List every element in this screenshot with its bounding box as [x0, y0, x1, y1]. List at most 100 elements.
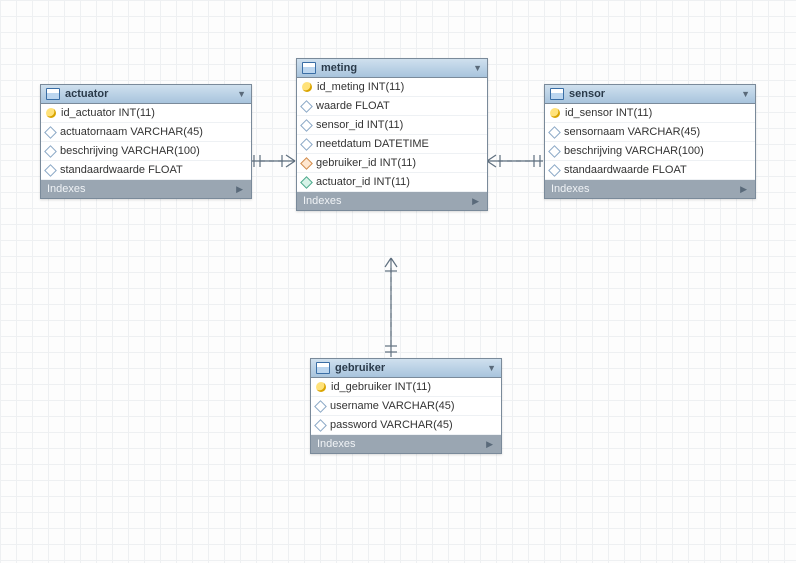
column-type: FLOAT [652, 164, 687, 176]
diamond-icon [300, 157, 313, 170]
indexes-label: Indexes [303, 195, 342, 207]
diamond-icon [300, 138, 313, 151]
diamond-icon [548, 126, 561, 139]
column-row[interactable]: beschrijving VARCHAR(100) [41, 142, 251, 161]
column-type: INT(11) [616, 107, 652, 119]
column-type: VARCHAR(45) [380, 419, 453, 431]
column-type: INT(11) [380, 157, 416, 169]
column-name: standaardwaarde [60, 164, 145, 176]
table-header[interactable]: sensor ▼ [545, 85, 755, 104]
table-title: gebruiker [335, 362, 385, 374]
chevron-down-icon[interactable]: ▼ [741, 89, 750, 99]
table-actuator[interactable]: actuator ▼ id_actuator INT(11) actuatorn… [40, 84, 252, 199]
chevron-down-icon[interactable]: ▼ [487, 363, 496, 373]
column-type: INT(11) [119, 107, 155, 119]
chevron-right-icon: ▶ [236, 184, 243, 195]
table-gebruiker[interactable]: gebruiker ▼ id_gebruiker INT(11) usernam… [310, 358, 502, 454]
column-row[interactable]: password VARCHAR(45) [311, 416, 501, 435]
table-header[interactable]: actuator ▼ [41, 85, 251, 104]
column-name: beschrijving [60, 145, 118, 157]
diamond-icon [44, 145, 57, 158]
column-row[interactable]: meetdatum DATETIME [297, 135, 487, 154]
diamond-icon [44, 126, 57, 139]
diamond-icon [548, 164, 561, 177]
column-row[interactable]: sensornaam VARCHAR(45) [545, 123, 755, 142]
diamond-icon [300, 176, 313, 189]
diamond-icon [300, 119, 313, 132]
chevron-down-icon[interactable]: ▼ [237, 89, 246, 99]
column-row[interactable]: actuator_id INT(11) [297, 173, 487, 192]
column-name: gebruiker_id [316, 157, 377, 169]
column-row[interactable]: id_gebruiker INT(11) [311, 378, 501, 397]
table-header[interactable]: meting ▼ [297, 59, 487, 78]
column-type: FLOAT [355, 100, 390, 112]
key-icon [550, 108, 560, 118]
table-title: meting [321, 62, 357, 74]
column-name: actuator_id [316, 176, 370, 188]
erd-canvas[interactable]: actuator ▼ id_actuator INT(11) actuatorn… [0, 0, 796, 563]
column-type: VARCHAR(45) [130, 126, 203, 138]
column-row[interactable]: beschrijving VARCHAR(100) [545, 142, 755, 161]
key-icon [46, 108, 56, 118]
indexes-label: Indexes [551, 183, 590, 195]
column-row[interactable]: actuatornaam VARCHAR(45) [41, 123, 251, 142]
diamond-icon [44, 164, 57, 177]
indexes-label: Indexes [317, 438, 356, 450]
column-name: waarde [316, 100, 352, 112]
key-icon [302, 82, 312, 92]
column-row[interactable]: standaardwaarde FLOAT [545, 161, 755, 180]
column-name: id_meting [317, 81, 365, 93]
column-type: FLOAT [148, 164, 183, 176]
column-row[interactable]: id_meting INT(11) [297, 78, 487, 97]
chevron-right-icon: ▶ [472, 196, 479, 207]
diamond-icon [548, 145, 561, 158]
chevron-right-icon: ▶ [486, 439, 493, 450]
table-icon [316, 362, 330, 374]
table-title: sensor [569, 88, 605, 100]
column-name: sensornaam [564, 126, 625, 138]
diamond-icon [314, 419, 327, 432]
column-type: INT(11) [368, 81, 404, 93]
column-name: id_actuator [61, 107, 115, 119]
column-row[interactable]: id_actuator INT(11) [41, 104, 251, 123]
column-name: beschrijving [564, 145, 622, 157]
indexes-section[interactable]: Indexes ▶ [41, 180, 251, 198]
column-name: password [330, 419, 377, 431]
column-type: VARCHAR(45) [628, 126, 701, 138]
column-type: INT(11) [374, 176, 410, 188]
table-meting[interactable]: meting ▼ id_meting INT(11) waarde FLOAT … [296, 58, 488, 211]
diamond-icon [314, 400, 327, 413]
indexes-label: Indexes [47, 183, 86, 195]
key-icon [316, 382, 326, 392]
diamond-icon [300, 100, 313, 113]
column-name: sensor_id [316, 119, 364, 131]
column-name: id_gebruiker [331, 381, 392, 393]
column-type: VARCHAR(45) [382, 400, 455, 412]
column-type: VARCHAR(100) [121, 145, 200, 157]
chevron-right-icon: ▶ [740, 184, 747, 195]
column-type: DATETIME [374, 138, 429, 150]
indexes-section[interactable]: Indexes ▶ [545, 180, 755, 198]
column-row[interactable]: gebruiker_id INT(11) [297, 154, 487, 173]
table-icon [302, 62, 316, 74]
column-name: standaardwaarde [564, 164, 649, 176]
table-title: actuator [65, 88, 108, 100]
chevron-down-icon[interactable]: ▼ [473, 63, 482, 73]
indexes-section[interactable]: Indexes ▶ [311, 435, 501, 453]
table-icon [46, 88, 60, 100]
column-type: INT(11) [367, 119, 403, 131]
column-row[interactable]: username VARCHAR(45) [311, 397, 501, 416]
column-name: id_sensor [565, 107, 613, 119]
column-name: actuatornaam [60, 126, 127, 138]
column-row[interactable]: id_sensor INT(11) [545, 104, 755, 123]
column-name: username [330, 400, 379, 412]
table-sensor[interactable]: sensor ▼ id_sensor INT(11) sensornaam VA… [544, 84, 756, 199]
table-icon [550, 88, 564, 100]
column-name: meetdatum [316, 138, 371, 150]
column-row[interactable]: waarde FLOAT [297, 97, 487, 116]
column-type: VARCHAR(100) [625, 145, 704, 157]
table-header[interactable]: gebruiker ▼ [311, 359, 501, 378]
indexes-section[interactable]: Indexes ▶ [297, 192, 487, 210]
column-row[interactable]: sensor_id INT(11) [297, 116, 487, 135]
column-row[interactable]: standaardwaarde FLOAT [41, 161, 251, 180]
